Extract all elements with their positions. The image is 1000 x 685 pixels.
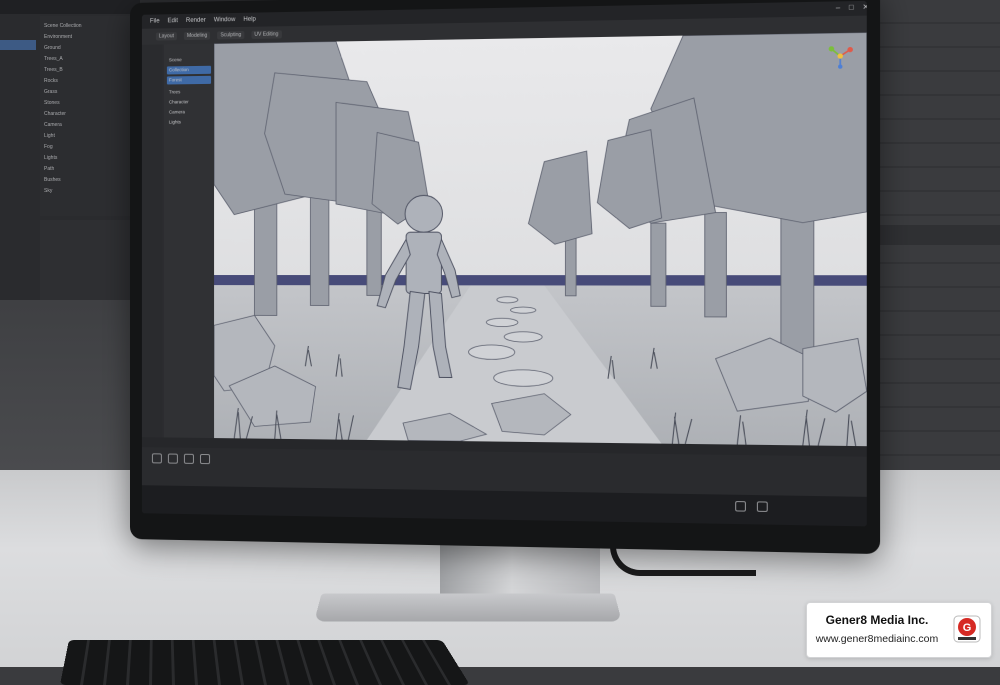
background-outliner-row: Environment [44,34,73,40]
tab-sculpting[interactable]: Sculpting [217,30,245,40]
menu-help[interactable]: Help [243,13,255,27]
menu-edit[interactable]: Edit [168,14,178,28]
watermark-badge: Gener8 Media Inc. www.gener8mediainc.com… [806,602,992,658]
outliner-row[interactable]: Scene [167,56,211,65]
background-outliner-row: Camera [44,122,62,128]
background-menubar [0,0,140,14]
outliner-row-selected[interactable]: Collection [166,65,212,75]
background-outliner-row: Path [44,166,55,172]
outliner-row[interactable]: Character [167,98,211,107]
axis-gizmo-icon[interactable] [827,43,853,69]
viewport-scene [214,32,867,447]
company-logo-icon: G [953,615,981,643]
tab-modeling[interactable]: Modeling [183,31,211,41]
tab-uv-editing[interactable]: UV Editing [251,30,282,39]
background-outliner-row: Trees_B [44,67,63,73]
background-outliner-row: Fog [44,144,53,150]
screen-icon[interactable] [756,501,768,513]
svg-text:G: G [963,622,972,634]
keyboard [60,639,470,685]
monitor-screen: File Edit Render Window Help – □ ✕ Layou… [141,0,867,527]
background-outliner-row: Bushes [44,177,61,183]
background-outliner-row: Rocks [44,78,58,84]
background-outliner-row: Trees_A [44,56,63,62]
menu-window[interactable]: Window [214,13,236,28]
background-properties [40,220,134,300]
record-icon[interactable] [183,453,194,464]
tool-shelf [141,44,162,438]
monitor-stand-base [314,593,622,622]
outliner-row[interactable]: Camera [167,108,211,117]
menu-file[interactable]: File [150,14,160,28]
background-outliner-row: Scene Collection [44,23,82,29]
background-outliner-row: Lights [44,155,58,161]
settings-icon[interactable] [735,500,746,512]
monitor: File Edit Render Window Help – □ ✕ Layou… [130,0,881,555]
background-outliner-row: Ground [44,45,61,51]
background-outliner: Scene Collection Environment Ground Trees_A… [40,16,134,216]
3d-viewport[interactable] [214,32,867,447]
tab-layout[interactable]: Layout [155,32,177,41]
background-outliner-row: Stones [44,100,60,106]
background-outliner-row: Light [44,133,55,139]
play-icon[interactable] [151,453,162,464]
maximize-icon[interactable]: □ [849,1,854,16]
loop-icon[interactable] [199,453,211,465]
menu-render[interactable]: Render [186,14,206,28]
background-monitor-left: Scene Collection Environment Ground Trees_A… [0,0,141,300]
background-selected-item [0,40,36,50]
background-outliner-row: Sky [44,188,53,194]
minimize-icon[interactable]: – [836,1,840,16]
outliner-row[interactable]: Trees [167,88,211,97]
outliner-panel: Scene Collection Forest Trees Character … [163,43,215,439]
close-icon[interactable]: ✕ [862,1,866,16]
outliner-row-selected[interactable]: Forest [166,75,212,85]
background-outliner-row: Character [44,111,66,117]
company-name: Gener8 Media Inc. [825,613,929,627]
company-url: www.gener8mediainc.com [815,633,939,645]
outliner-row[interactable]: Lights [167,118,211,127]
keyframe-icon[interactable] [167,453,178,464]
background-outliner-row: Grass [44,89,58,95]
